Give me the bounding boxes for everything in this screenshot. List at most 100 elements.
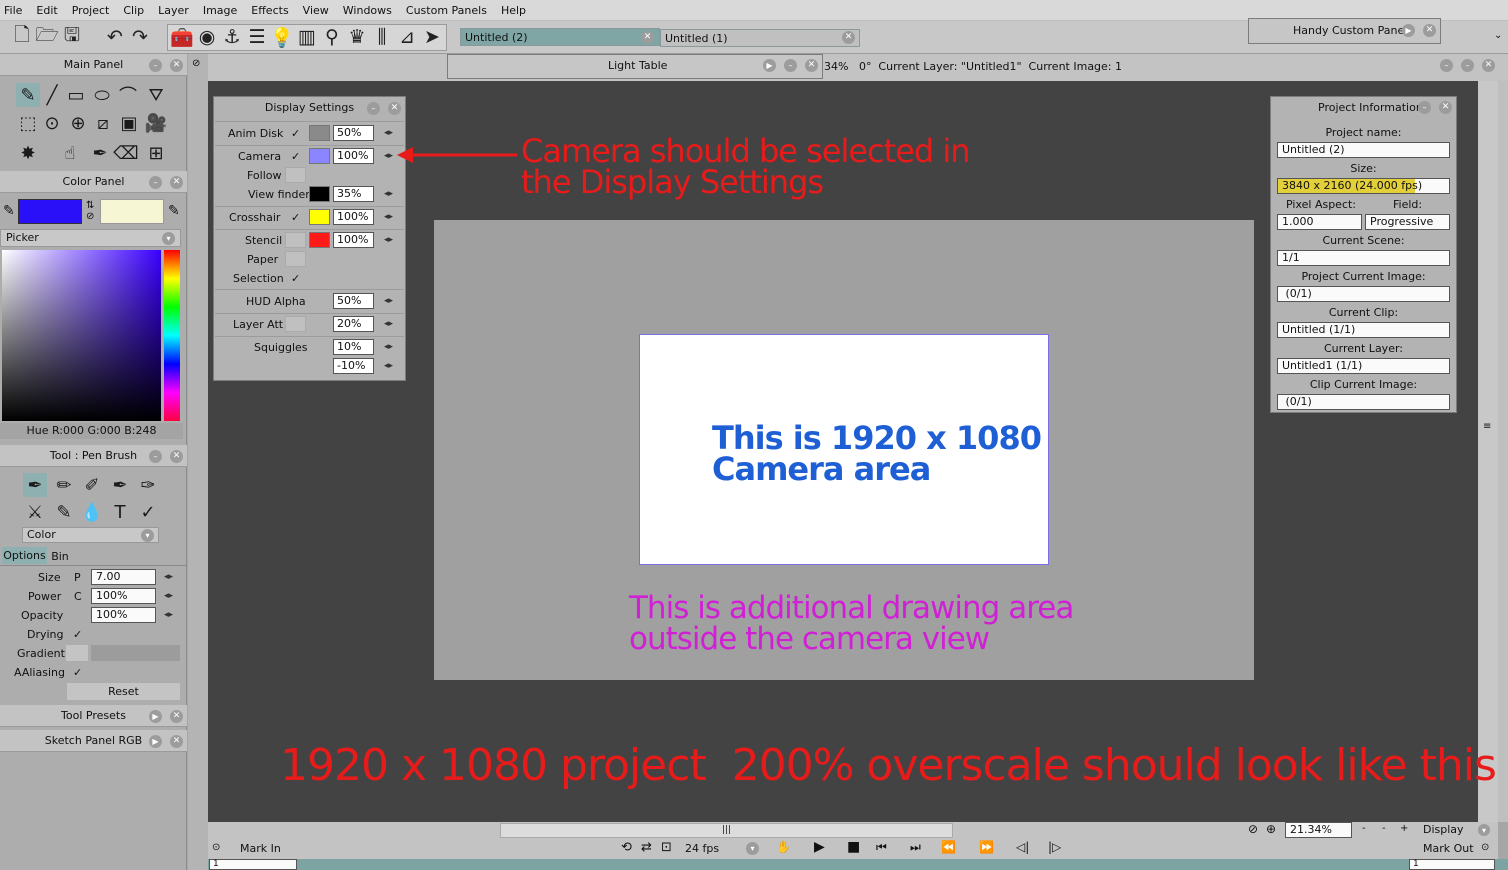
water-drop-icon[interactable]: 💧 [80, 500, 104, 524]
power-pressure-flag[interactable]: C [74, 590, 82, 603]
scroll-grip-icon[interactable]: ≡ [1483, 421, 1491, 432]
minimize-icon[interactable]: – [367, 102, 380, 115]
slider-arrows-icon[interactable]: ◂▸ [384, 189, 393, 199]
ds-value-field[interactable]: 100% [333, 148, 374, 164]
opacity-field[interactable]: 100% [91, 607, 156, 623]
redo-icon[interactable]: ↷ [128, 25, 152, 49]
color-picker-field[interactable] [2, 250, 161, 421]
menu-windows[interactable]: Windows [343, 4, 392, 17]
send-icon[interactable]: ➤ [420, 25, 444, 49]
prev-frame-icon[interactable]: ◁| [1016, 840, 1029, 854]
color-wheel-icon[interactable]: ◉ [195, 25, 219, 49]
eraser-icon[interactable]: ⌫ [113, 141, 138, 165]
ink-brush-icon[interactable]: ✒ [108, 473, 132, 497]
tab-options[interactable]: Options [2, 547, 47, 564]
aaliasing-checkbox[interactable]: ✓ [73, 666, 82, 679]
minimize-icon[interactable]: – [784, 59, 797, 72]
ds-value-field[interactable]: 50% [333, 293, 374, 309]
pencil-brush-icon[interactable]: ✏ [52, 473, 76, 497]
transform-icon[interactable]: ⊕ [66, 111, 90, 135]
mark-out-label[interactable]: Mark Out [1423, 842, 1474, 855]
zoom-out-icon[interactable]: - [1382, 823, 1386, 834]
crop-icon[interactable]: ⧄ [91, 111, 115, 135]
ds-checkbox[interactable]: ✓ [291, 127, 300, 140]
zoom-fit-icon[interactable]: ⊘ [1248, 822, 1258, 836]
slider-arrows-icon[interactable]: ◂▸ [384, 151, 393, 161]
zoom-in-icon[interactable]: + [1400, 823, 1408, 834]
power-field[interactable]: 100% [91, 588, 156, 604]
ds-color-swatch[interactable] [309, 125, 330, 141]
close-icon[interactable]: ✕ [842, 31, 855, 44]
scroll-track[interactable] [1478, 81, 1498, 822]
save-icon[interactable]: 🖫 [60, 24, 84, 49]
ds-checkbox[interactable]: ✓ [291, 150, 300, 163]
layers-icon[interactable]: ☰ [245, 25, 269, 49]
mask-icon[interactable]: ▣ [117, 111, 141, 135]
scroll-thumb[interactable]: ||| [500, 823, 953, 838]
close-icon[interactable]: ✕ [641, 31, 654, 44]
slider-arrows-icon[interactable]: ◂▸ [384, 212, 393, 222]
gear-icon[interactable]: ✸ [16, 141, 40, 165]
rectangle-tool-icon[interactable]: ▭ [64, 83, 88, 107]
minimize-icon[interactable]: – [1461, 59, 1474, 72]
hue-slider[interactable] [164, 250, 180, 421]
mark-in-label[interactable]: Mark In [240, 842, 281, 855]
expand-icon[interactable]: ▶ [149, 710, 162, 723]
slider-arrows-icon[interactable]: ◂▸ [164, 572, 173, 582]
mark-in-icon[interactable]: ⊙ [212, 842, 220, 853]
marker-brush-icon[interactable]: ✐ [80, 473, 104, 497]
menu-edit[interactable]: Edit [36, 4, 57, 17]
stamp-brush-icon[interactable]: ✓ [136, 500, 160, 524]
close-icon[interactable]: ✕ [170, 59, 183, 72]
ds-checkbox[interactable] [285, 251, 306, 267]
ellipse-tool-icon[interactable]: ⬭ [90, 83, 114, 107]
frame-icon[interactable]: ⊡ [661, 840, 672, 855]
tab-bin[interactable]: Bin [48, 548, 72, 565]
rect-select-icon[interactable]: ⬚ [16, 111, 40, 135]
smudge-brush-icon[interactable]: ⚔ [23, 500, 47, 524]
ds-checkbox[interactable] [285, 316, 306, 332]
ds-checkbox[interactable]: ✓ [291, 272, 300, 285]
new-file-icon[interactable]: 🗋 [10, 24, 34, 49]
zoom-out-icon[interactable]: - [1362, 823, 1366, 834]
primary-color-swatch[interactable] [18, 199, 82, 224]
line-tool-icon[interactable]: ╱ [40, 83, 64, 107]
frame-in-field[interactable]: 1 [209, 859, 297, 870]
stamp-icon[interactable]: ⚓ [220, 25, 244, 49]
rotate-icon[interactable]: ⊕ [1266, 822, 1276, 836]
play-icon[interactable]: ▶ [814, 839, 825, 855]
slider-arrows-icon[interactable]: ◂▸ [384, 235, 393, 245]
minimize-icon[interactable]: – [149, 59, 162, 72]
picker-select[interactable]: Picker [0, 229, 181, 247]
ds-value-field[interactable]: 100% [333, 232, 374, 248]
drying-checkbox[interactable]: ✓ [73, 628, 82, 641]
paint-icon[interactable]: ♛ [345, 25, 369, 49]
close-icon[interactable]: ✕ [170, 176, 183, 189]
size-field[interactable]: 7.00 [91, 569, 156, 585]
slider-arrows-icon[interactable]: ◂▸ [384, 361, 393, 371]
fill-tool-icon[interactable]: ⛛ [144, 83, 168, 107]
grid-icon[interactable]: ⊞ [144, 141, 168, 165]
menu-help[interactable]: Help [501, 4, 526, 17]
slider-arrows-icon[interactable]: ◂▸ [384, 128, 393, 138]
undo-icon[interactable]: ↶ [103, 25, 127, 49]
menu-file[interactable]: File [4, 4, 22, 17]
menu-custom-panels[interactable]: Custom Panels [406, 4, 487, 17]
minimize-icon[interactable]: – [1418, 101, 1431, 114]
menu-view[interactable]: View [303, 4, 329, 17]
tab-untitled-1[interactable]: Untitled (1) [660, 29, 860, 47]
loop-icon[interactable]: ⟲ [621, 840, 632, 855]
search-icon[interactable]: ⚲ [320, 25, 344, 49]
ds-checkbox[interactable] [285, 232, 306, 248]
ds-checkbox[interactable] [285, 167, 306, 183]
vertical-scrollbar[interactable]: ≡ [1478, 81, 1508, 822]
close-icon[interactable]: ✕ [388, 102, 401, 115]
open-folder-icon[interactable]: 🗁 [35, 24, 59, 49]
expand-icon[interactable]: ▶ [763, 59, 776, 72]
chevron-down-icon[interactable]: ▾ [746, 842, 759, 855]
scrub-icon[interactable]: ✋ [776, 840, 791, 854]
close-icon[interactable]: ✕ [170, 710, 183, 723]
menu-effects[interactable]: Effects [251, 4, 288, 17]
expand-icon[interactable]: ▶ [149, 735, 162, 748]
ruler-icon[interactable]: ⊿ [395, 25, 419, 49]
